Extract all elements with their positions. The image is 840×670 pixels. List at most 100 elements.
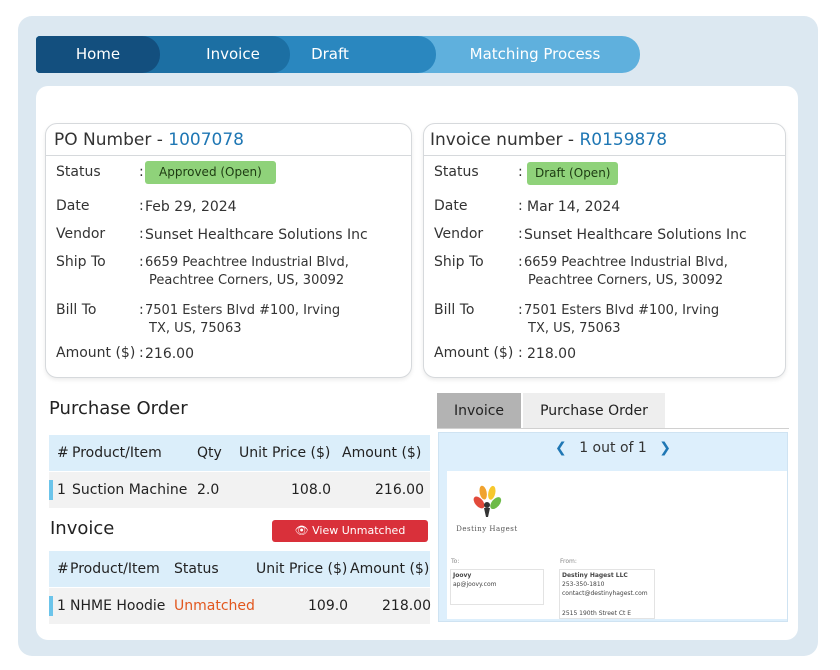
row-unit-price: 108.0 [291, 482, 332, 498]
bill-to-label: Bill To [434, 302, 475, 318]
status-badge: Draft (Open) [527, 162, 619, 185]
colon: : [518, 226, 523, 242]
invoice-date: Mar 14, 2024 [527, 199, 621, 215]
date-label: Date [434, 198, 468, 214]
tab-divider [437, 428, 789, 429]
status-badge: Approved (Open) [145, 161, 276, 184]
colon: : [139, 254, 144, 270]
colon: : [518, 198, 523, 214]
ship-to-label: Ship To [56, 254, 106, 270]
tab-invoice[interactable]: Invoice [437, 393, 521, 429]
from-label: From: [560, 558, 577, 565]
vendor-label: Vendor [56, 226, 106, 242]
row-marker [49, 596, 53, 616]
col-qty: Qty [197, 445, 222, 461]
po-ship-to: 6659 Peachtree Industrial Blvd, Peachtre… [145, 254, 385, 290]
chevron-left-icon[interactable]: ❮ [555, 440, 567, 456]
invoice-bill-to: 7501 Esters Blvd #100, Irving TX, US, 75… [524, 302, 764, 338]
col-status: Status [174, 561, 219, 577]
bill-to-line-2: TX, US, 75063 [528, 321, 621, 336]
row-item: NHME Hoodie [70, 598, 166, 614]
po-date: Feb 29, 2024 [145, 199, 237, 215]
invoice-card: Invoice number - R0159878 Status : Draft… [423, 123, 786, 378]
po-card-title: PO Number - 1007078 [46, 124, 411, 156]
row-num: 1 [57, 598, 66, 614]
from-email: contact@destinyhagest.com [562, 590, 648, 597]
amount-label: Amount ($) [434, 345, 514, 361]
date-label: Date [56, 198, 90, 214]
invoice-ship-to: 6659 Peachtree Industrial Blvd, Peachtre… [524, 254, 764, 290]
colon: : [518, 302, 523, 318]
colon: : [139, 226, 144, 242]
to-label: To: [451, 558, 460, 565]
row-status-unmatched: Unmatched [174, 598, 255, 614]
breadcrumb-home[interactable]: Home [36, 36, 160, 73]
col-num: # [57, 561, 69, 577]
amount-label: Amount ($) [56, 345, 136, 361]
invoice-card-title: Invoice number - R0159878 [424, 124, 785, 156]
from-phone: 253-350-1810 [562, 581, 605, 588]
col-product: Product/Item [72, 445, 162, 461]
col-product: Product/Item [70, 561, 160, 577]
table-row[interactable]: 1 NHME Hoodie Unmatched 109.0 218.00 [49, 588, 431, 624]
company-logo-text: Destiny Hagest [456, 525, 518, 533]
ship-to-label: Ship To [434, 254, 484, 270]
status-label: Status [56, 164, 101, 180]
colon: : [139, 164, 144, 180]
row-item: Suction Machine [72, 482, 188, 498]
row-qty: 2.0 [197, 482, 220, 498]
row-amount: 216.00 [375, 482, 424, 498]
po-title-label: PO Number - [54, 130, 169, 150]
col-unit-price: Unit Price ($) [256, 561, 348, 577]
row-amount: 218.00 [382, 598, 431, 614]
bill-to-label: Bill To [56, 302, 97, 318]
po-card: PO Number - 1007078 Status : Approved (O… [45, 123, 412, 378]
colon: : [518, 345, 523, 361]
eye-icon: 👁 [294, 524, 309, 537]
purchase-order-title: Purchase Order [49, 398, 188, 419]
status-label: Status [434, 164, 479, 180]
view-unmatched-invoices-button[interactable]: 👁 View Unmatched Invoices [272, 520, 428, 559]
po-bill-to: 7501 Esters Blvd #100, Irving TX, US, 75… [145, 302, 385, 338]
row-unit-price: 109.0 [308, 598, 349, 614]
colon: : [139, 345, 144, 361]
tab-purchase-order[interactable]: Purchase Order [523, 393, 665, 429]
invoice-number[interactable]: R0159878 [579, 130, 667, 150]
po-table-header: # Product/Item Qty Unit Price ($) Amount… [49, 435, 430, 471]
document-viewer: ❮ 1 out of 1 ❯ Destiny Hagest To: Joovy … [438, 432, 788, 622]
to-email: ap@joovy.com [453, 581, 497, 588]
colon: : [139, 198, 144, 214]
colon: : [518, 164, 523, 180]
to-name: Joovy [453, 572, 472, 579]
vendor-label: Vendor [434, 226, 484, 242]
invoice-vendor: Sunset Healthcare Solutions Inc [524, 227, 747, 243]
invoice-document-preview[interactable]: Destiny Hagest To: Joovy ap@joovy.com Fr… [447, 471, 787, 619]
bill-to-line-1: 7501 Esters Blvd #100, Irving [524, 303, 720, 318]
chevron-right-icon[interactable]: ❯ [659, 440, 671, 456]
table-row[interactable]: 1 Suction Machine 2.0 108.0 216.00 [49, 472, 430, 508]
bill-to-line-1: 7501 Esters Blvd #100, Irving [145, 303, 341, 318]
ship-to-line-2: Peachtree Corners, US, 30092 [528, 273, 724, 288]
invoice-amount: 218.00 [527, 346, 576, 362]
page-indicator: 1 out of 1 [579, 440, 647, 456]
invoice-title-label: Invoice number - [430, 130, 580, 150]
po-vendor: Sunset Healthcare Solutions Inc [145, 227, 368, 243]
col-num: # [57, 445, 69, 461]
row-marker [49, 480, 53, 500]
col-unit-price: Unit Price ($) [239, 445, 331, 461]
row-num: 1 [57, 482, 66, 498]
bill-to-line-2: TX, US, 75063 [149, 321, 242, 336]
breadcrumb: Matching Process Draft Invoice Home [36, 36, 640, 73]
from-name: Destiny Hagest LLC [562, 572, 628, 579]
from-address: 2515 190th Street Ct E [562, 610, 632, 617]
colon: : [139, 302, 144, 318]
invoice-table-header: # Product/Item Status Unit Price ($) Amo… [49, 551, 430, 587]
col-amount: Amount ($) [342, 445, 422, 461]
ship-to-line-1: 6659 Peachtree Industrial Blvd, [145, 255, 349, 270]
colon: : [518, 254, 523, 270]
col-amount: Amount ($) [350, 561, 430, 577]
po-number[interactable]: 1007078 [168, 130, 244, 150]
ship-to-line-2: Peachtree Corners, US, 30092 [149, 273, 345, 288]
invoice-section-title: Invoice [50, 518, 115, 539]
po-amount: 216.00 [145, 346, 194, 362]
